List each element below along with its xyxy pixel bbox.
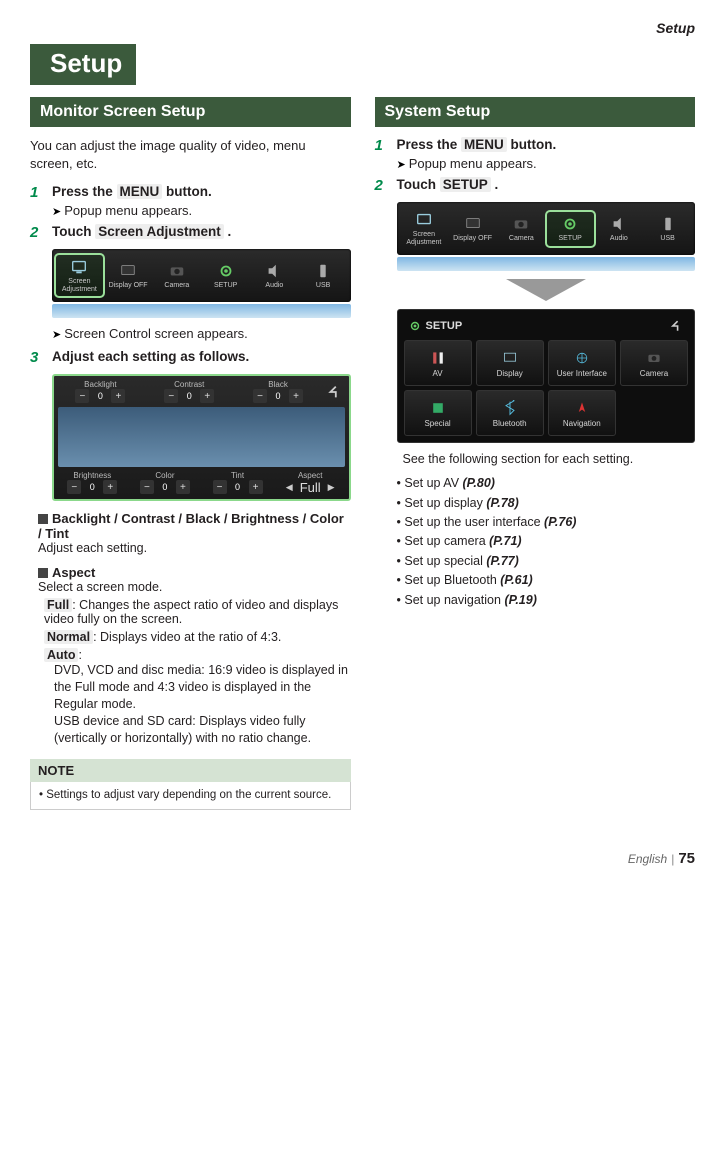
right-column: System Setup 1 Press the MENU button. Po… bbox=[375, 97, 696, 810]
screen-adjustment-ref: Screen Adjustment bbox=[95, 224, 224, 239]
setup-av: AV bbox=[404, 340, 472, 386]
left-triangle-icon: ◀ bbox=[286, 482, 293, 493]
speaker-icon bbox=[610, 215, 628, 233]
setup-display: Display bbox=[476, 340, 544, 386]
popup-usb: USB bbox=[300, 259, 347, 293]
back-icon bbox=[325, 383, 343, 401]
setup-screen-screenshot: SETUP AV Display User Interface Camera S… bbox=[397, 309, 696, 443]
popup-menu-screenshot-right: Screen Adjustment Display OFF Camera SET… bbox=[397, 202, 696, 443]
left-column: Monitor Screen Setup You can adjust the … bbox=[30, 97, 351, 810]
speaker-icon bbox=[265, 262, 283, 280]
popup-screen-adjustment: Screen Adjustment bbox=[56, 255, 103, 296]
setup-camera: Camera bbox=[620, 340, 688, 386]
monitor-step-3: 3 Adjust each setting as follows. bbox=[30, 349, 351, 366]
setup-special: Special bbox=[404, 390, 472, 436]
special-icon bbox=[429, 399, 447, 417]
camera-icon bbox=[512, 215, 530, 233]
down-arrow-icon bbox=[506, 279, 586, 301]
ui-icon bbox=[573, 349, 591, 367]
back-icon bbox=[668, 318, 684, 334]
note-box: NOTE Settings to adjust vary depending o… bbox=[30, 759, 351, 811]
monitor-step-2: 2 Touch Screen Adjustment . bbox=[30, 224, 351, 241]
display-off-icon bbox=[119, 262, 137, 280]
camera-icon bbox=[645, 349, 663, 367]
setup-reference-list: Set up AV (P.80) Set up display (P.78) S… bbox=[397, 474, 696, 610]
page-title: Setup bbox=[40, 44, 136, 85]
after-text: See the following section for each setti… bbox=[403, 451, 696, 468]
popup-menu-screenshot-left: Screen Adjustment Display OFF Camera SET… bbox=[52, 249, 351, 318]
monitor-intro: You can adjust the image quality of vide… bbox=[30, 137, 351, 172]
gear-icon bbox=[561, 215, 579, 233]
page-footer: English|75 bbox=[30, 850, 695, 867]
screen-adjust-icon bbox=[70, 258, 88, 276]
aspect-heading: Aspect bbox=[38, 565, 351, 580]
popup-setup-highlighted: SETUP bbox=[547, 212, 594, 246]
popup-audio: Audio bbox=[251, 259, 298, 293]
navigation-icon bbox=[573, 399, 591, 417]
camera-icon bbox=[168, 262, 186, 280]
gear-icon bbox=[217, 262, 235, 280]
gear-icon bbox=[408, 319, 422, 333]
page-title-bar: Setup bbox=[30, 44, 695, 85]
minus-icon: − bbox=[75, 389, 89, 403]
right-triangle-icon: ▶ bbox=[328, 482, 335, 493]
menu-button-ref: MENU bbox=[117, 184, 163, 199]
display-icon bbox=[501, 349, 519, 367]
monitor-step-1: 1 Press the MENU button. Popup menu appe… bbox=[30, 184, 351, 218]
popup-camera: Camera bbox=[154, 259, 201, 293]
setup-navigation: Navigation bbox=[548, 390, 616, 436]
settings-group-heading: Backlight / Contrast / Black / Brightnes… bbox=[38, 511, 351, 541]
popup-setup: SETUP bbox=[202, 259, 249, 293]
usb-icon bbox=[659, 215, 677, 233]
running-header: Setup bbox=[30, 20, 695, 36]
screen-adjust-icon bbox=[415, 211, 433, 229]
bluetooth-icon bbox=[501, 399, 519, 417]
popup-display-off: Display OFF bbox=[105, 259, 152, 293]
system-step-1: 1 Press the MENU button. Popup menu appe… bbox=[375, 137, 696, 171]
plus-icon: + bbox=[111, 389, 125, 403]
system-step-2: 2 Touch SETUP . bbox=[375, 177, 696, 194]
usb-icon bbox=[314, 262, 332, 280]
display-off-icon bbox=[464, 215, 482, 233]
setup-user-interface: User Interface bbox=[548, 340, 616, 386]
av-icon bbox=[429, 349, 447, 367]
monitor-heading: Monitor Screen Setup bbox=[30, 97, 351, 127]
system-heading: System Setup bbox=[375, 97, 696, 127]
adjust-screenshot: Backlight−0+ Contrast−0+ Black−0+ Bright… bbox=[52, 374, 351, 501]
setup-bluetooth: Bluetooth bbox=[476, 390, 544, 436]
